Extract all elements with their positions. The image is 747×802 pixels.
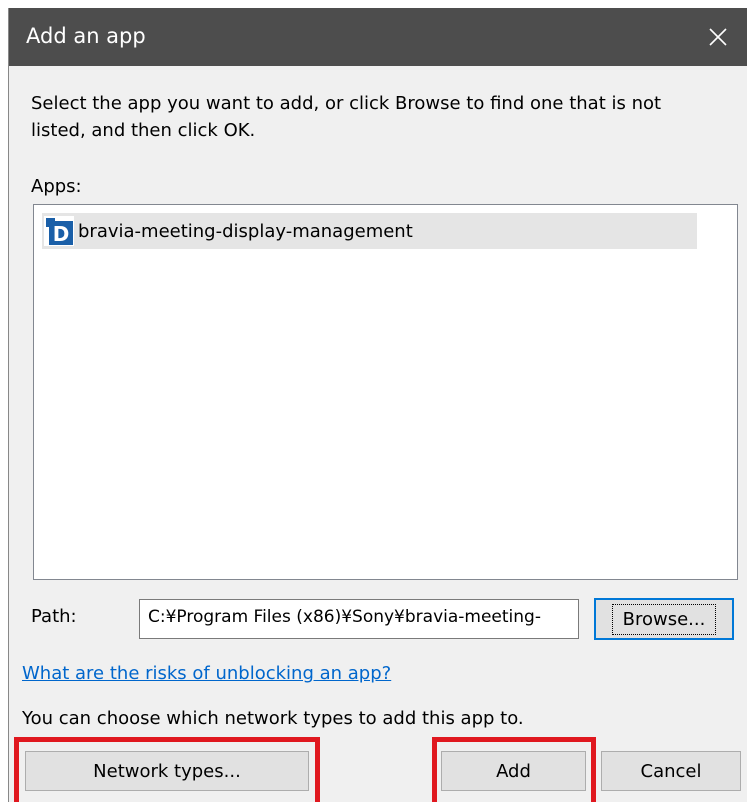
browse-button[interactable]: Browse... <box>594 598 734 640</box>
instructions-text: Select the app you want to add, or click… <box>31 93 662 141</box>
network-types-button[interactable]: Network types... <box>25 751 309 791</box>
apps-list[interactable]: D bravia-meeting-display-management <box>33 204 738 580</box>
apps-label: Apps: <box>31 176 82 197</box>
add-button[interactable]: Add <box>441 751 586 791</box>
risks-link[interactable]: What are the risks of unblocking an app? <box>22 663 391 684</box>
list-item[interactable]: D bravia-meeting-display-management <box>42 213 697 249</box>
dialog-title: Add an app <box>26 24 146 48</box>
app-name: bravia-meeting-display-management <box>78 220 413 242</box>
svg-text:D: D <box>53 222 70 246</box>
close-icon <box>709 28 727 46</box>
title-bar: Add an app <box>9 8 747 66</box>
add-app-dialog: Add an app Select the app you want to ad… <box>8 8 747 802</box>
path-input[interactable]: C:¥Program Files (x86)¥Sony¥bravia-meeti… <box>139 599 579 639</box>
cancel-button[interactable]: Cancel <box>601 751 741 791</box>
path-label: Path: <box>31 606 77 627</box>
app-d-icon: D <box>44 216 74 246</box>
close-button[interactable] <box>689 8 747 66</box>
network-types-description: You can choose which network types to ad… <box>22 708 524 729</box>
browse-button-label: Browse... <box>611 603 717 635</box>
